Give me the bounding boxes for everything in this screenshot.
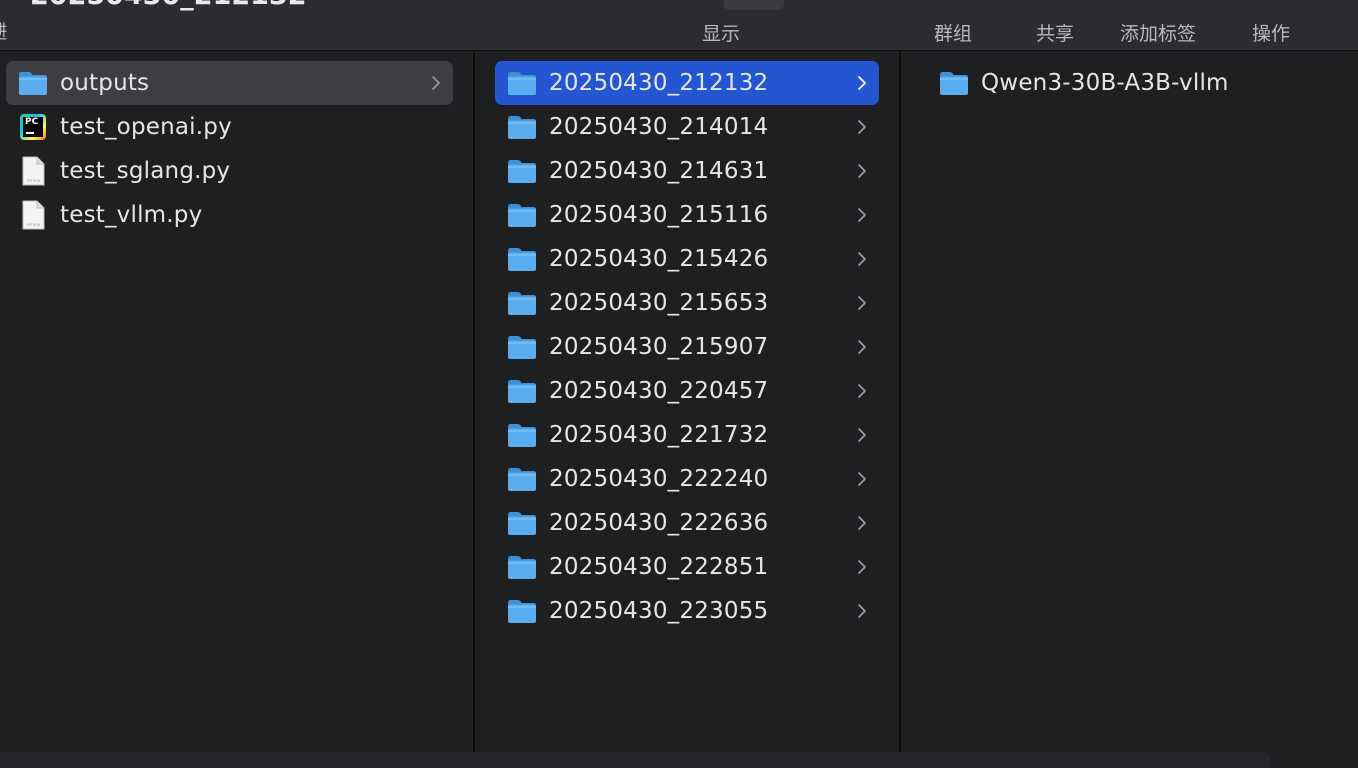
folder-icon [507, 289, 537, 317]
horizontal-scrollbar[interactable] [0, 752, 1270, 768]
folder-row[interactable]: 20250430_220457 [495, 369, 879, 413]
folder-icon [507, 377, 537, 405]
item-name: 20250430_222240 [549, 466, 769, 492]
file-row[interactable]: PYTHON test_sglang.py [6, 149, 453, 193]
toolbar-show-button[interactable]: 显示 [702, 19, 740, 46]
folder-row[interactable]: 20250430_222636 [495, 501, 879, 545]
folder-row[interactable]: 20250430_214014 [495, 105, 879, 149]
folder-icon [939, 69, 969, 97]
item-name: 20250430_215426 [549, 246, 769, 272]
item-name: 20250430_215653 [549, 290, 769, 316]
finder-window: 20250430_212132 琎 显示 群组 共享 添加标签 操作 outpu… [0, 0, 1358, 768]
chevron-right-icon [855, 513, 869, 533]
browser-column-1[interactable]: outputs PC test_openai.py PYTHON test_sgl… [0, 51, 473, 752]
chevron-right-icon [855, 161, 869, 181]
chevron-right-icon [855, 469, 869, 489]
chevron-right-icon [855, 337, 869, 357]
folder-row[interactable]: 20250430_215907 [495, 325, 879, 369]
folder-icon [507, 421, 537, 449]
item-name: outputs [60, 70, 150, 96]
chevron-right-icon [855, 249, 869, 269]
item-name: Qwen3-30B-A3B-vllm [981, 70, 1229, 96]
toolbar-action-button[interactable]: 操作 [1252, 19, 1290, 46]
folder-row[interactable]: 20250430_222240 [495, 457, 879, 501]
file-row[interactable]: PC test_openai.py [6, 105, 453, 149]
folder-row[interactable]: 20250430_215653 [495, 281, 879, 325]
chevron-right-icon [855, 381, 869, 401]
item-name: test_vllm.py [60, 202, 203, 228]
toolbar: 20250430_212132 琎 显示 群组 共享 添加标签 操作 [0, 0, 1358, 51]
folder-row[interactable]: 20250430_215426 [495, 237, 879, 281]
chevron-right-icon [429, 73, 443, 93]
folder-row[interactable]: 20250430_222851 [495, 545, 879, 589]
folder-icon [507, 157, 537, 185]
folder-icon [507, 509, 537, 537]
item-name: 20250430_220457 [549, 378, 769, 404]
chevron-right-icon [855, 601, 869, 621]
browser-column-3[interactable]: Qwen3-30B-A3B-vllm [901, 51, 1358, 752]
folder-icon [507, 245, 537, 273]
file-row[interactable]: PYTHON test_vllm.py [6, 193, 453, 237]
item-name: 20250430_223055 [549, 598, 769, 624]
item-name: 20250430_212132 [549, 70, 769, 96]
folder-icon [507, 465, 537, 493]
python-file-icon: PYTHON [18, 200, 48, 230]
folder-icon [507, 113, 537, 141]
item-name: 20250430_215907 [549, 334, 769, 360]
toolbar-tags-button[interactable]: 添加标签 [1120, 19, 1196, 46]
python-file-icon: PYTHON [18, 156, 48, 186]
pycharm-file-icon: PC [18, 113, 48, 141]
item-name: 20250430_222636 [549, 510, 769, 536]
item-name: test_openai.py [60, 114, 232, 140]
item-name: test_sglang.py [60, 158, 231, 184]
folder-row[interactable]: 20250430_223055 [495, 589, 879, 633]
clipped-toolbar-label[interactable]: 琎 [0, 17, 7, 44]
folder-icon [507, 69, 537, 97]
chevron-right-icon [855, 293, 869, 313]
view-segmented-control[interactable] [724, 0, 784, 10]
folder-row[interactable]: outputs [6, 61, 453, 105]
browser-column-2[interactable]: 20250430_212132 20250430_214014 20250430… [475, 51, 899, 752]
folder-row[interactable]: 20250430_212132 [495, 61, 879, 105]
chevron-right-icon [855, 117, 869, 137]
chevron-right-icon [855, 205, 869, 225]
window-title: 20250430_212132 [30, 0, 307, 11]
chevron-right-icon [855, 557, 869, 577]
folder-icon [507, 333, 537, 361]
item-name: 20250430_215116 [549, 202, 769, 228]
item-name: 20250430_221732 [549, 422, 769, 448]
folder-row[interactable]: 20250430_215116 [495, 193, 879, 237]
column-browser: outputs PC test_openai.py PYTHON test_sgl… [0, 51, 1358, 768]
folder-row[interactable]: Qwen3-30B-A3B-vllm [927, 61, 1337, 105]
folder-row[interactable]: 20250430_214631 [495, 149, 879, 193]
svg-text:PYTHON: PYTHON [27, 179, 41, 183]
item-name: 20250430_222851 [549, 554, 769, 580]
svg-text:PYTHON: PYTHON [27, 223, 41, 227]
folder-row[interactable]: 20250430_221732 [495, 413, 879, 457]
item-name: 20250430_214631 [549, 158, 769, 184]
folder-icon [507, 553, 537, 581]
chevron-right-icon [855, 425, 869, 445]
toolbar-group-button[interactable]: 群组 [934, 19, 972, 46]
chevron-right-icon [855, 73, 869, 93]
folder-icon [507, 597, 537, 625]
item-name: 20250430_214014 [549, 114, 769, 140]
toolbar-share-button[interactable]: 共享 [1036, 19, 1074, 46]
folder-icon [18, 69, 48, 97]
folder-icon [507, 201, 537, 229]
